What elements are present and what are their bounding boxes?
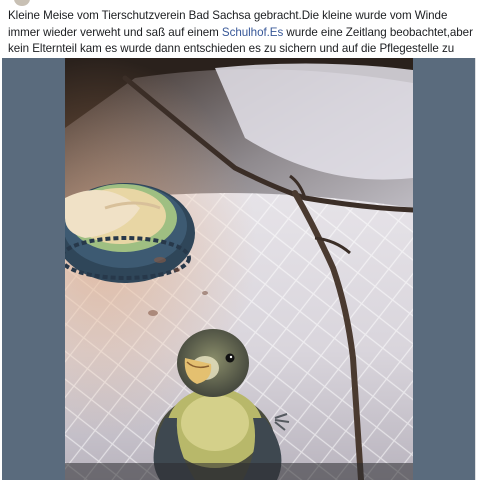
hashtag-link[interactable]: Schulhof.Es bbox=[222, 26, 283, 39]
facebook-post: Kleine Meise vom Tierschutzverein Bad Sa… bbox=[0, 0, 482, 480]
author-avatar[interactable] bbox=[14, 0, 30, 6]
post-media[interactable] bbox=[2, 58, 475, 480]
feed-border bbox=[475, 58, 482, 480]
post-photo[interactable] bbox=[65, 58, 413, 480]
